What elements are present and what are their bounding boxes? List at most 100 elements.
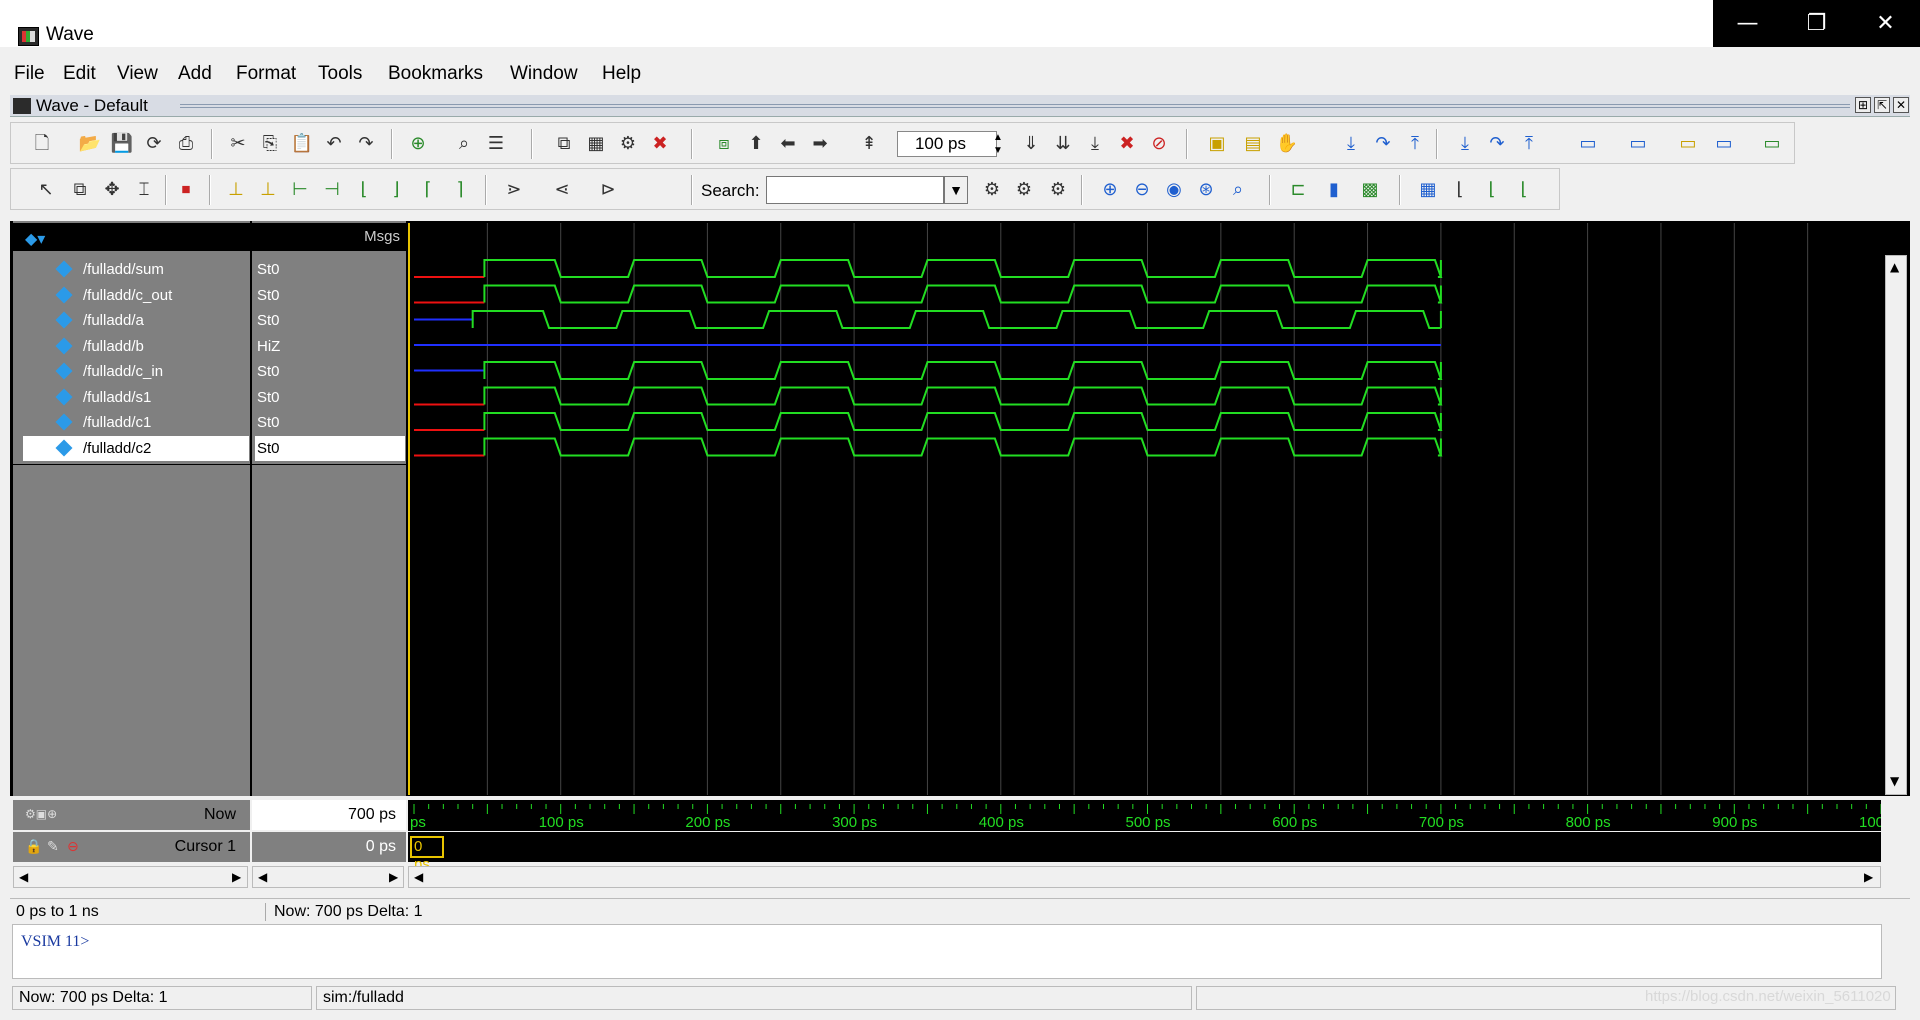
undo-icon[interactable]: ↶ xyxy=(321,131,347,157)
find-next-rising-icon[interactable]: ⌉ xyxy=(447,177,473,203)
run-all-icon[interactable]: ⤓ xyxy=(1082,131,1108,157)
print-icon[interactable]: ⎙ xyxy=(173,131,199,157)
zoom-range-icon[interactable]: ⌕ xyxy=(1225,177,1251,203)
redo-icon[interactable]: ↷ xyxy=(353,131,379,157)
performance-icon[interactable]: ▣ xyxy=(1204,131,1230,157)
restore-button[interactable]: ❐ xyxy=(1782,0,1851,47)
now-row-icons[interactable]: ⚙▣⊕ xyxy=(25,807,57,821)
transcript-console[interactable]: VSIM 11> xyxy=(12,924,1882,979)
run-length-icon[interactable]: ⇞ xyxy=(856,131,882,157)
minimize-button[interactable]: — xyxy=(1713,0,1782,47)
step-out-icon[interactable]: ⤒ xyxy=(1402,131,1428,157)
cut-icon[interactable]: ✂ xyxy=(225,131,251,157)
step-forward-icon[interactable]: ➡ xyxy=(807,131,833,157)
copy-icon[interactable]: ⎘ xyxy=(257,131,283,157)
zoom-full-icon[interactable]: ◉ xyxy=(1161,177,1187,203)
step-over-icon[interactable]: ↷ xyxy=(1370,131,1396,157)
signal-row[interactable]: /fulladd/c_in xyxy=(23,359,249,384)
delete-cursor-icon[interactable]: ⊥ xyxy=(255,177,281,203)
scroll-right-icon[interactable]: ▶ xyxy=(389,870,398,884)
insert-cursor-icon[interactable]: ⊥ xyxy=(223,177,249,203)
select-pointer-icon[interactable]: ↖ xyxy=(33,177,59,203)
break-sim-icon[interactable]: ✖ xyxy=(1114,131,1140,157)
panel-dock-icon[interactable]: ⊞ xyxy=(1855,97,1871,113)
panel-undock-icon[interactable]: ⇱ xyxy=(1874,97,1890,113)
scroll-down-icon[interactable]: ▼ xyxy=(1890,774,1899,788)
wave-pane-hscroll[interactable]: ◀ ▶ xyxy=(408,866,1881,888)
name-header[interactable]: ◆▾ xyxy=(13,223,250,251)
close-button[interactable]: ✕ xyxy=(1851,0,1920,47)
step-up-icon[interactable]: ⬆ xyxy=(743,131,769,157)
add-icon[interactable]: ⊕ xyxy=(405,131,431,157)
break-icon[interactable]: ✖ xyxy=(647,131,673,157)
scroll-right-icon[interactable]: ▶ xyxy=(232,870,241,884)
menu-edit[interactable]: Edit xyxy=(63,63,96,85)
scroll-left-icon[interactable]: ◀ xyxy=(414,870,423,884)
step-out-event-icon[interactable]: ⤒ xyxy=(1516,131,1542,157)
pan-mode-icon[interactable]: ✥ xyxy=(99,177,125,203)
find-icon[interactable]: ⌕ xyxy=(451,131,477,157)
time-mode-icon[interactable]: ⊳ xyxy=(595,177,621,203)
zoom-cursor-icon[interactable]: ⊛ xyxy=(1193,177,1219,203)
menu-window[interactable]: Window xyxy=(510,63,578,85)
open-folder-icon[interactable]: 📂 xyxy=(77,131,103,157)
layout-2-icon[interactable]: ▭ xyxy=(1625,131,1651,157)
name-pane-hscroll[interactable]: ◀ ▶ xyxy=(13,866,248,888)
run-length-input[interactable] xyxy=(897,131,997,157)
signal-row[interactable]: /fulladd/s1 xyxy=(23,385,249,410)
cursor-axis[interactable] xyxy=(408,832,1881,862)
search-options-icon[interactable]: ⚙ xyxy=(979,177,1005,203)
wave-step-2-icon[interactable]: ⌊ xyxy=(1479,177,1505,203)
find-prev-transition-icon[interactable]: ⊢ xyxy=(287,177,313,203)
menu-bookmarks[interactable]: Bookmarks xyxy=(388,63,483,85)
memory-icon[interactable]: ▤ xyxy=(1240,131,1266,157)
find-prev-falling-icon[interactable]: ⌊ xyxy=(351,177,377,203)
scroll-up-icon[interactable]: ▲ xyxy=(1890,260,1899,274)
find-next-falling-icon[interactable]: ⌋ xyxy=(383,177,409,203)
panel-close-icon[interactable]: ✕ xyxy=(1893,97,1909,113)
hand-icon[interactable]: ✋ xyxy=(1274,131,1300,157)
signal-row[interactable]: /fulladd/a xyxy=(23,308,249,333)
wave-analog-icon[interactable]: ▩ xyxy=(1357,177,1383,203)
save-icon[interactable]: 💾 xyxy=(109,131,135,157)
stop-drawing-icon[interactable]: ⏹ xyxy=(173,177,199,203)
layout-5-icon[interactable]: ▭ xyxy=(1759,131,1785,157)
edit-mode-icon[interactable]: ⌶ xyxy=(131,177,157,203)
wave-literal-icon[interactable]: ⊏ xyxy=(1285,177,1311,203)
search-config-icon[interactable]: ⚙ xyxy=(1045,177,1071,203)
reload-icon[interactable]: ⟳ xyxy=(141,131,167,157)
continue-icon[interactable]: ⇊ xyxy=(1050,131,1076,157)
value-pane-hscroll[interactable]: ◀ ▶ xyxy=(252,866,404,888)
collapse-all-icon[interactable]: ☰ xyxy=(483,131,509,157)
scroll-right-icon[interactable]: ▶ xyxy=(1864,870,1873,884)
search-dropdown[interactable]: ▼ xyxy=(944,176,968,204)
wave-step-3-icon[interactable]: ⌊ xyxy=(1511,177,1537,203)
simulate-icon[interactable]: ⚙ xyxy=(615,131,641,157)
menu-tools[interactable]: Tools xyxy=(318,63,362,85)
scroll-left-icon[interactable]: ◀ xyxy=(258,870,267,884)
wave-vertical-scrollbar[interactable]: ▲ ▼ xyxy=(1885,255,1907,795)
stop-icon[interactable]: ⊘ xyxy=(1146,131,1172,157)
expand-time-icon[interactable]: ⋗ xyxy=(501,177,527,203)
step-back-icon[interactable]: ⬅ xyxy=(775,131,801,157)
wave-group-icon[interactable]: ◆▾ xyxy=(25,229,49,248)
cursor-row[interactable]: 🔒 ✎ ⊖ Cursor 1 xyxy=(13,832,250,862)
menu-file[interactable]: File xyxy=(14,63,45,85)
signal-row[interactable]: /fulladd/c1 xyxy=(23,410,249,435)
step-over-event-icon[interactable]: ↷ xyxy=(1484,131,1510,157)
panel-title-bar[interactable]: Wave - Default ⊞ ⇱ ✕ xyxy=(10,95,1910,117)
collapse-time-icon[interactable]: ⋖ xyxy=(549,177,575,203)
search-next-icon[interactable]: ⚙ xyxy=(1011,177,1037,203)
menu-add[interactable]: Add xyxy=(178,63,212,85)
waveform-graph[interactable] xyxy=(408,223,1881,795)
signal-row[interactable]: /fulladd/b xyxy=(23,334,249,359)
paste-icon[interactable]: 📋 xyxy=(289,131,315,157)
menu-format[interactable]: Format xyxy=(236,63,296,85)
wave-step-1-icon[interactable]: ⌊ xyxy=(1447,177,1473,203)
cursor-time-tag[interactable]: 0 ps xyxy=(410,836,444,873)
signal-row[interactable]: /fulladd/sum xyxy=(23,257,249,282)
layout-3-icon[interactable]: ▭ xyxy=(1675,131,1701,157)
restart-icon[interactable]: ⧈ xyxy=(711,131,737,157)
menu-view[interactable]: View xyxy=(117,63,158,85)
layout-4-icon[interactable]: ▭ xyxy=(1711,131,1737,157)
